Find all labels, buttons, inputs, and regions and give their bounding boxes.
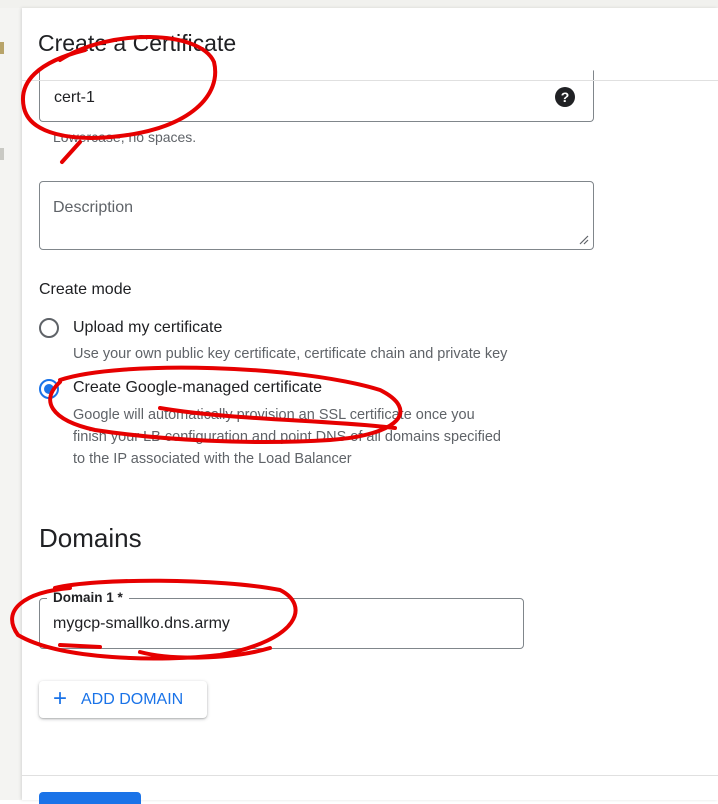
create-mode-label: Create mode xyxy=(39,281,132,298)
add-domain-button[interactable]: + ADD DOMAIN xyxy=(39,681,207,718)
plus-icon: + xyxy=(53,685,68,712)
radio-selected-dot xyxy=(44,384,54,394)
title-divider xyxy=(22,80,718,81)
description-line: finish your LB configuration and point D… xyxy=(73,429,501,445)
domains-heading: Domains xyxy=(39,523,142,553)
background-marker xyxy=(0,42,4,54)
upload-certificate-radio[interactable] xyxy=(39,318,59,338)
domain-1-field[interactable]: mygcp-smallko.dns.army xyxy=(39,598,524,649)
resize-handle-icon[interactable] xyxy=(579,235,589,245)
certificate-name-value: cert-1 xyxy=(54,89,95,106)
google-managed-description: Google will automatically provision an S… xyxy=(73,404,613,470)
help-circle-icon[interactable]: ? xyxy=(555,87,575,107)
domain-1-value: mygcp-smallko.dns.army xyxy=(53,615,230,632)
description-line: Google will automatically provision an S… xyxy=(73,407,475,423)
google-managed-radio[interactable] xyxy=(39,379,59,399)
domain-1-label: Domain 1 * xyxy=(47,590,129,605)
description-field[interactable]: Description xyxy=(39,181,594,250)
upload-certificate-description: Use your own public key certificate, cer… xyxy=(73,346,508,362)
background-marker xyxy=(0,148,4,160)
dialog-title: Create a Certificate xyxy=(38,30,237,56)
google-managed-label[interactable]: Create Google-managed certificate xyxy=(73,379,322,397)
footer-divider xyxy=(22,775,718,776)
description-line: to the IP associated with the Load Balan… xyxy=(73,451,352,467)
description-placeholder: Description xyxy=(53,199,134,216)
certificate-name-field[interactable]: cert-1 ? xyxy=(39,70,594,122)
upload-certificate-label[interactable]: Upload my certificate xyxy=(73,319,222,337)
create-button[interactable] xyxy=(39,792,141,804)
background-page-edge xyxy=(0,8,22,800)
name-hint: Lowercase, no spaces. xyxy=(53,129,197,145)
add-domain-label: ADD DOMAIN xyxy=(81,691,184,708)
